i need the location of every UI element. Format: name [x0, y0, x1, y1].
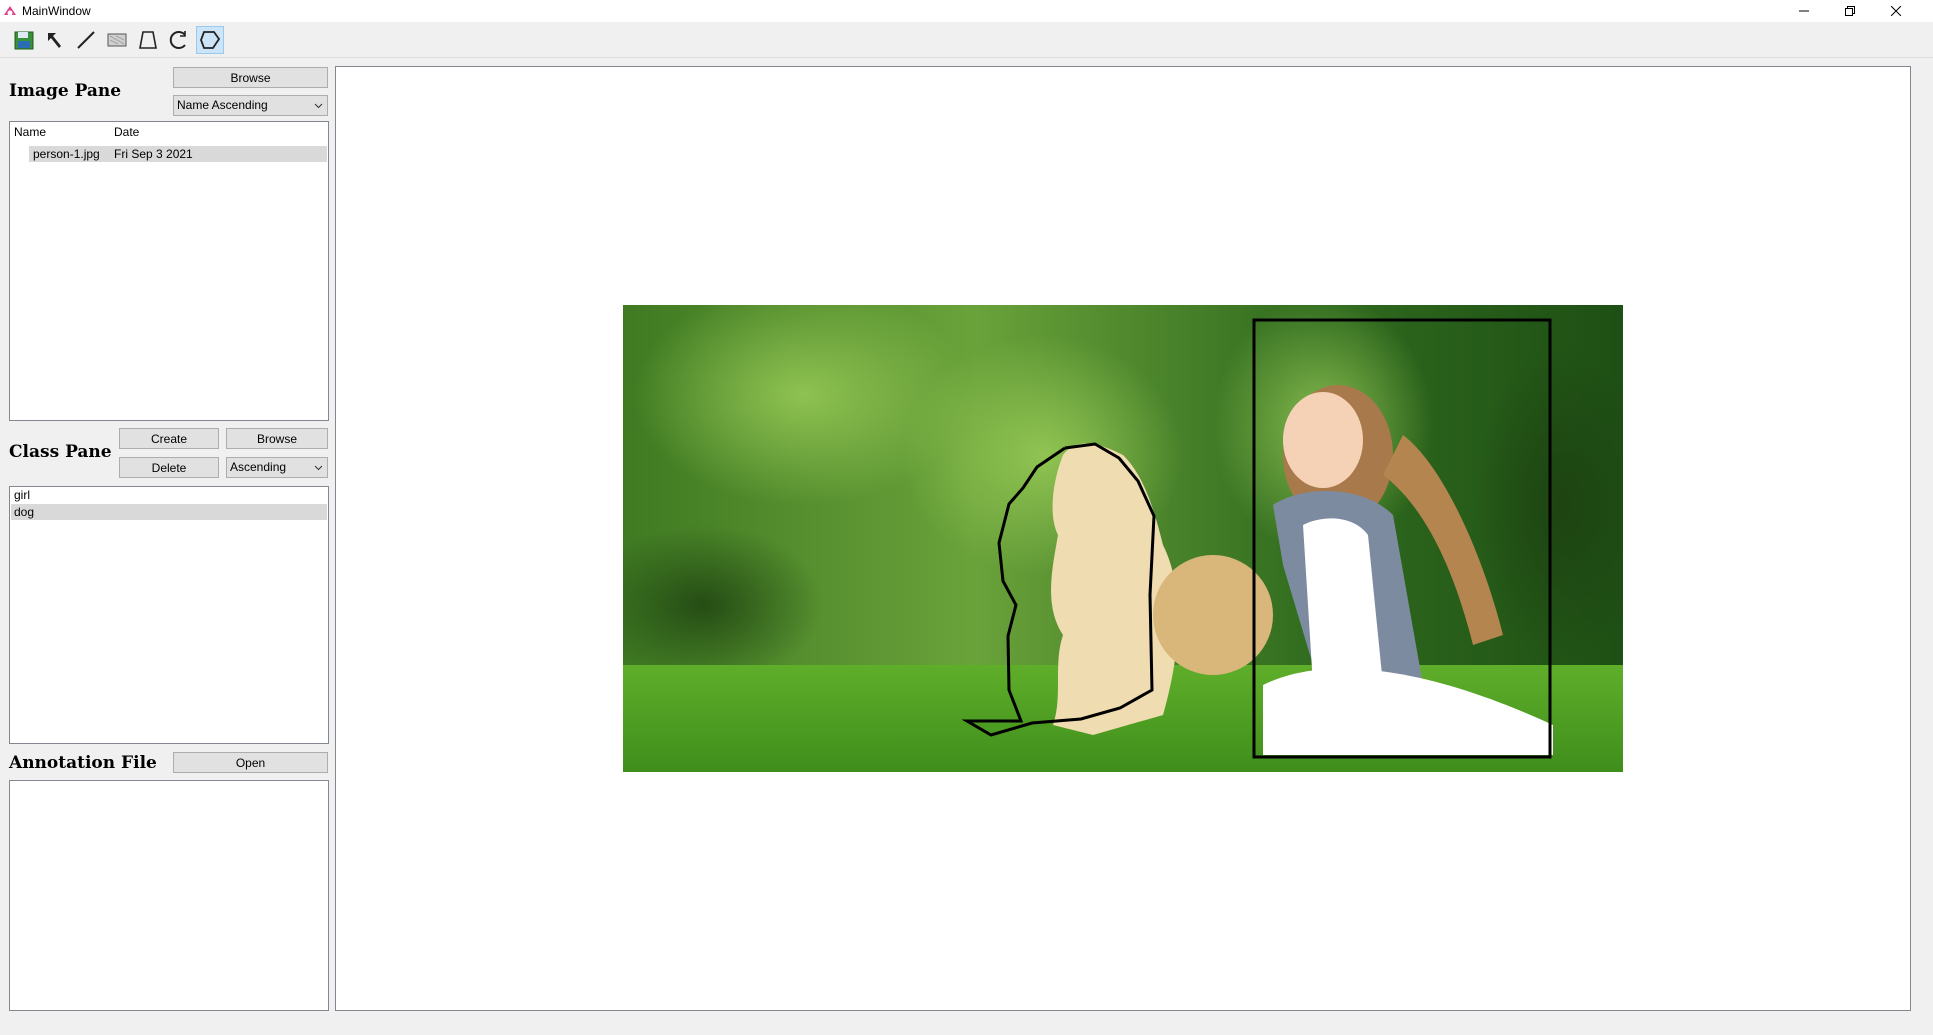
annotation-file-title: Annotation File: [9, 753, 157, 773]
class-list-item-girl[interactable]: girl: [11, 487, 327, 503]
annotation-file-view[interactable]: [9, 780, 329, 1011]
image-row-name: person-1.jpg: [33, 147, 100, 161]
class-list[interactable]: girl dog: [9, 486, 329, 744]
save-tool-button[interactable]: [10, 26, 38, 54]
image-sort-select[interactable]: Name Ascending: [173, 95, 328, 116]
select-tool-button[interactable]: [41, 26, 69, 54]
rectangle-tool-button[interactable]: [103, 26, 131, 54]
class-browse-button[interactable]: Browse: [226, 428, 328, 449]
minimize-icon: [1799, 10, 1809, 12]
toolbar: [0, 22, 1933, 58]
polygon-tool-button[interactable]: [196, 26, 224, 54]
class-pane-title: Class Pane: [9, 442, 112, 462]
trapezoid-tool-button[interactable]: [134, 26, 162, 54]
chevron-down-icon: [314, 465, 323, 471]
select-arrow-icon: [48, 33, 61, 48]
title-bar: MainWindow: [0, 0, 1933, 22]
column-header-date[interactable]: Date: [114, 125, 139, 139]
image-sort-value: Name Ascending: [177, 98, 268, 112]
polygon-icon: [200, 31, 221, 49]
restore-icon: [1845, 6, 1855, 16]
restore-button[interactable]: [1827, 0, 1873, 22]
app-icon: [4, 6, 16, 16]
rotate-icon: [169, 31, 186, 49]
annotation-open-button[interactable]: Open: [173, 752, 328, 773]
column-header-name[interactable]: Name: [14, 125, 46, 139]
image-browse-button[interactable]: Browse: [173, 67, 328, 88]
annotated-photo[interactable]: [623, 305, 1623, 772]
close-window-button[interactable]: [1873, 0, 1919, 22]
save-icon: [14, 31, 34, 50]
line-tool-button[interactable]: [72, 26, 100, 54]
close-icon: [1891, 6, 1901, 16]
image-list-row[interactable]: person-1.jpg Fri Sep 3 2021: [29, 146, 327, 162]
line-icon: [77, 31, 95, 49]
class-create-button[interactable]: Create: [119, 428, 219, 449]
window-title: MainWindow: [22, 4, 91, 18]
image-canvas[interactable]: [335, 66, 1911, 1011]
trapezoid-icon: [139, 31, 157, 49]
image-pane-title: Image Pane: [9, 81, 122, 101]
photo-scene: [623, 305, 1623, 772]
chevron-down-icon: [314, 103, 323, 109]
minimize-button[interactable]: [1781, 0, 1827, 22]
rectangle-icon: [107, 33, 127, 47]
class-list-item-dog[interactable]: dog: [11, 504, 327, 520]
rotate-tool-button[interactable]: [165, 26, 193, 54]
class-sort-value: Ascending: [230, 460, 287, 474]
image-row-date: Fri Sep 3 2021: [114, 147, 193, 161]
class-sort-select[interactable]: Ascending: [226, 457, 328, 478]
image-list[interactable]: Name Date person-1.jpg Fri Sep 3 2021: [9, 121, 329, 421]
class-delete-button[interactable]: Delete: [119, 457, 219, 478]
